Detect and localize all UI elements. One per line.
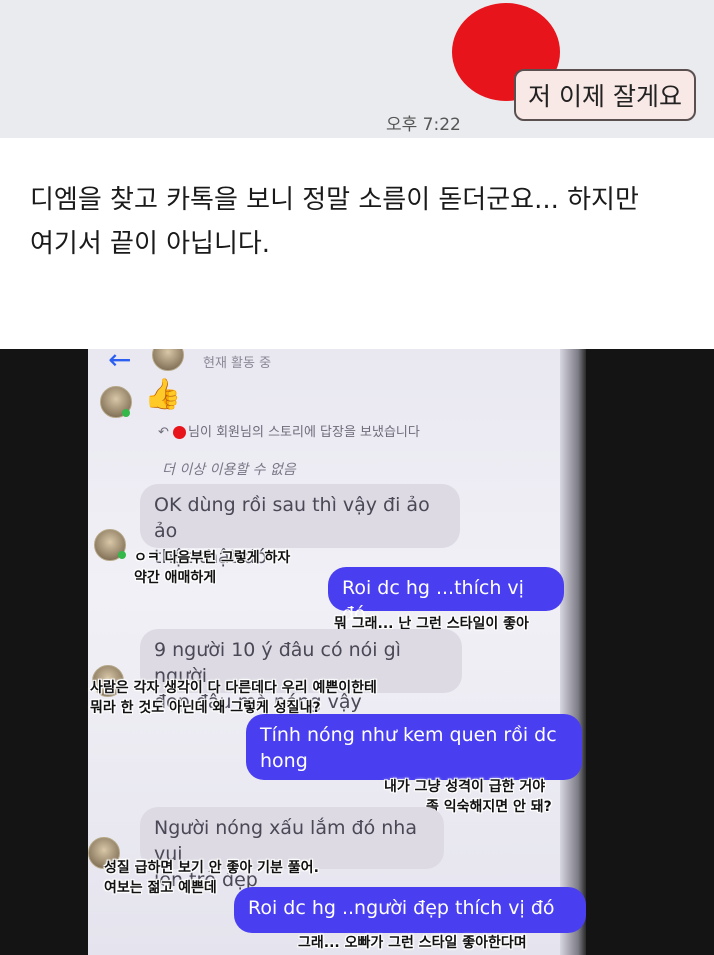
article-line: 디엠을 찾고 카톡을 보니 정말 소름이 돋더군요... 하지만 <box>30 185 639 215</box>
message-text: Tính nóng như kem quen rồi dc <box>260 724 557 746</box>
message-time: 오후 7:22 <box>386 115 461 135</box>
caption-line: 그래... 오빠가 그런 스타일 좋아한다며 <box>298 935 527 951</box>
message-text: OK dùng rồi sau thì vậy đi ảo ảo <box>154 494 430 542</box>
chat-screenshot-strip: 저 이제 잘게요 오후 7:22 <box>0 0 714 138</box>
online-indicator <box>122 409 130 417</box>
caption-line: 성질 급하면 보기 안 좋아 기분 풀어. <box>104 860 319 876</box>
thumbs-up-icon: 👍 <box>144 377 182 412</box>
redaction-mark <box>173 426 187 439</box>
story-reply-note: ↶ 님이 회원님의 스토리에 답장을 보냈습니다 <box>158 421 420 440</box>
translation-caption: 사람은 각자 생각이 다 다른데다 우리 예쁜이한테 뭐라 한 것도 아닌데 왜… <box>90 678 377 718</box>
translation-caption: ㅇㅋ 다음부턴 그렇게 하자 약간 애매하게 <box>134 548 290 588</box>
outgoing-message: Roi dc hg ...thích vị đó <box>328 567 564 625</box>
translation-caption: 그래... 오빠가 그런 스타일 좋아한다며 <box>298 933 527 953</box>
outgoing-message: Roi dc hg ..người đẹp thích vị đó <box>234 887 586 933</box>
online-indicator <box>118 551 126 559</box>
message-text: hong <box>260 750 308 772</box>
outgoing-message: Tính nóng như kem quen rồi dc hong <box>246 714 582 780</box>
unavailable-notice: 더 이상 이용할 수 없음 <box>162 462 296 478</box>
phone-photo: ← 현재 활동 중 👍 ↶ 님이 회원님의 스토리에 답장을 보냈습니다 더 이… <box>0 349 714 955</box>
caption-line: 사람은 각자 생각이 다 다른데다 우리 예쁜이한테 <box>90 680 377 696</box>
incoming-message: OK dùng rồi sau thì vậy đi ảo ảo thật th… <box>140 484 460 568</box>
reply-note-text: 님이 회원님의 스토리에 답장을 보냈습니다 <box>188 425 420 440</box>
message-text: Roi dc hg ..người đẹp thích vị đó <box>248 897 555 919</box>
back-arrow-icon[interactable]: ← <box>108 349 131 376</box>
caption-line: ㅇㅋ 다음부턴 그렇게 하자 <box>134 550 291 566</box>
active-status: 현재 활동 중 <box>203 356 272 371</box>
article-paragraph: 디엠을 찾고 카톡을 보니 정말 소름이 돋더군요... 하지만 여기서 끝이 … <box>30 178 690 266</box>
phone-edge <box>560 349 586 955</box>
chat-bubble: 저 이제 잘게요 <box>514 69 696 121</box>
caption-line: 약간 애매하게 <box>134 570 217 586</box>
reply-arrow-icon: ↶ <box>158 425 169 440</box>
article-line: 여기서 끝이 아닙니다. <box>30 229 271 259</box>
caption-line: 내가 그냥 성격이 급한 거야 <box>384 779 546 795</box>
